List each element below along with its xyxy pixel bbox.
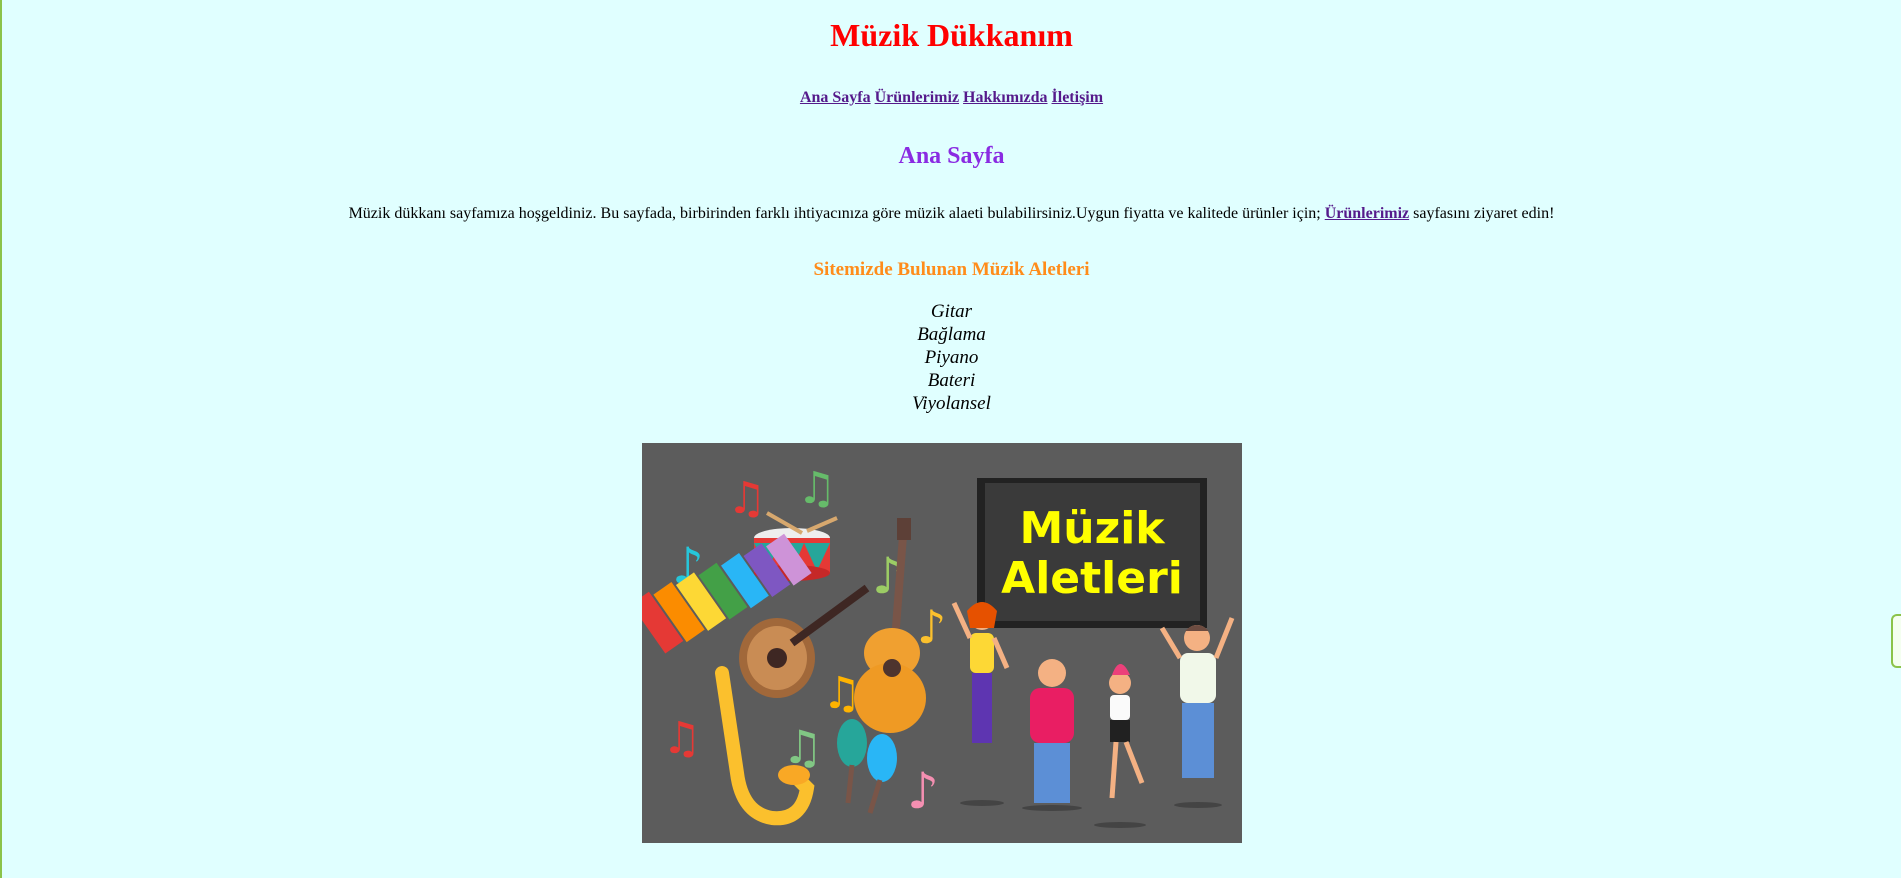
section-title: Ana Sayfa [898,143,1005,169]
intro-paragraph: Müzik dükkanı sayfamıza hoşgeldiniz. Bu … [2,204,1901,224]
site-title: Müzik Dükkanım [830,17,1073,53]
nav-link-contact[interactable]: İletişim [1052,89,1104,106]
intro-suffix: sayfasını ziyaret edin! [1413,205,1555,222]
svg-text:♪: ♪ [917,600,946,654]
instruments-banner-image: Müzik Aletleri ♫ ♫ ♪ ♪ ♪ ♫ ♫ ♫ ♪ [642,443,1242,843]
chalkboard: Müzik Aletleri [977,478,1207,628]
svg-text:♫: ♫ [662,713,701,764]
intro-text: Müzik dükkanı sayfamıza hoşgeldiniz. Bu … [348,205,1321,222]
svg-text:♪: ♪ [907,762,939,820]
board-text-line2: Aletleri [1001,553,1183,604]
main-nav: Ana Sayfa Ürünlerimiz Hakkımızda İletişi… [2,88,1901,108]
svg-text:♫: ♫ [797,463,836,514]
list-item: Bateri [927,370,976,391]
board-text-line1: Müzik [1019,503,1166,554]
page: Müzik Dükkanım Ana Sayfa Ürünlerimiz Hak… [0,0,1901,878]
list-item: Viyolansel [912,393,991,414]
nav-link-about[interactable]: Hakkımızda [963,89,1047,106]
side-feedback-tab[interactable] [1891,614,1901,668]
dancing-people-illustration [951,601,1235,828]
instruments-title: Sitemizde Bulunan Müzik Aletleri [813,259,1090,280]
list-item: Piyano [924,347,979,368]
instrument-list: Gitar Bağlama Piyano Bateri Viyolansel [2,300,1901,415]
svg-text:♫: ♫ [727,473,766,524]
list-item: Bağlama [917,324,986,345]
maracas-icon [837,719,897,814]
intro-products-link[interactable]: Ürünlerimiz [1325,205,1409,222]
nav-link-products[interactable]: Ürünlerimiz [875,89,959,106]
nav-link-home[interactable]: Ana Sayfa [800,89,871,106]
list-item: Gitar [930,301,973,322]
